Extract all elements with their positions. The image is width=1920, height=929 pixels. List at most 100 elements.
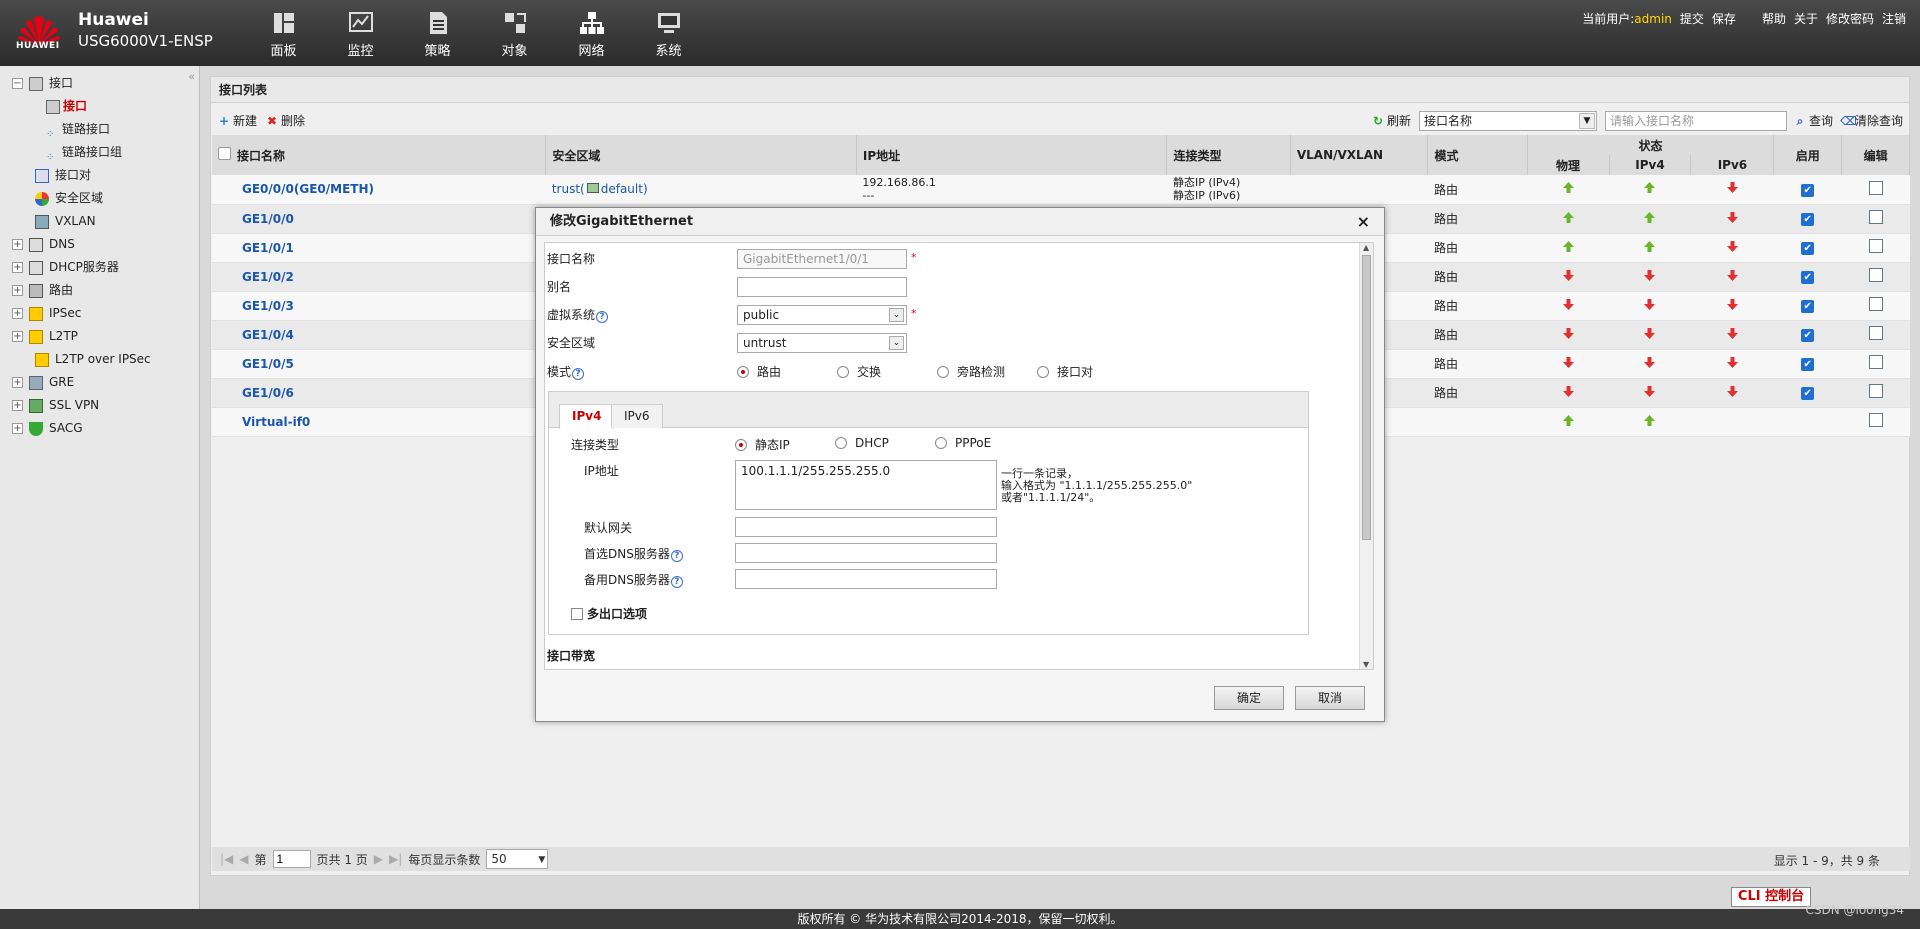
interface-name-link[interactable]: GE1/0/1 bbox=[242, 241, 294, 255]
enable-checkbox[interactable]: ✔ bbox=[1801, 183, 1815, 197]
sidebar-item-link-interface[interactable]: ⁘ 链路接口 bbox=[0, 118, 199, 141]
help-link[interactable]: 帮助 bbox=[1762, 10, 1786, 27]
next-page-icon[interactable]: ▶ bbox=[374, 852, 383, 866]
gateway-field[interactable] bbox=[735, 517, 997, 537]
mode-bypass-radio[interactable]: 旁路检测 bbox=[937, 363, 1005, 380]
multi-exit-checkbox[interactable]: 多出口选项 bbox=[571, 605, 647, 622]
edit-icon[interactable] bbox=[1868, 384, 1883, 398]
col-ip[interactable]: IP地址 bbox=[856, 135, 1168, 175]
tab-ipv6[interactable]: IPv6 bbox=[611, 404, 663, 428]
search-field-select[interactable]: 接口名称 ▼ bbox=[1419, 111, 1597, 131]
conn-pppoe-radio[interactable]: PPPoE bbox=[935, 436, 991, 450]
nav-network[interactable]: 网络 bbox=[553, 10, 630, 62]
ip-address-textarea[interactable]: 100.1.1.1/255.255.255.0 bbox=[735, 460, 997, 510]
select-all-checkbox[interactable] bbox=[218, 146, 231, 160]
help-icon[interactable]: ? bbox=[572, 368, 585, 380]
sidebar-item-interface[interactable]: 接口 bbox=[0, 95, 199, 118]
edit-icon[interactable] bbox=[1868, 268, 1883, 282]
first-page-icon[interactable]: |◀ bbox=[220, 852, 233, 866]
clear-query-button[interactable]: ⌫ 清除查询 bbox=[1840, 112, 1903, 129]
change-password-link[interactable]: 修改密码 bbox=[1826, 10, 1874, 27]
col-zone[interactable]: 安全区域 bbox=[545, 135, 857, 175]
nav-dashboard[interactable]: 面板 bbox=[245, 10, 322, 62]
edit-icon[interactable] bbox=[1868, 210, 1883, 224]
last-page-icon[interactable]: ▶| bbox=[389, 852, 402, 866]
interface-name-link[interactable]: GE1/0/3 bbox=[242, 299, 294, 313]
sidebar-item-gre[interactable]: + GRE bbox=[0, 371, 199, 394]
ok-button[interactable]: 确定 bbox=[1214, 686, 1284, 710]
edit-icon[interactable] bbox=[1868, 355, 1883, 369]
interface-name-link[interactable]: Virtual-if0 bbox=[242, 415, 310, 429]
zone-value[interactable]: trust( bbox=[552, 182, 585, 196]
enable-checkbox[interactable]: ✔ bbox=[1801, 358, 1815, 371]
sidebar-item-l2tp-over-ipsec[interactable]: L2TP over IPSec bbox=[0, 348, 199, 371]
help-icon[interactable]: ? bbox=[596, 311, 609, 323]
close-icon[interactable]: × bbox=[1357, 208, 1370, 236]
enable-checkbox[interactable]: ✔ bbox=[1801, 242, 1815, 255]
sidebar-item-dhcp[interactable]: + DHCP服务器 bbox=[0, 256, 199, 279]
enable-checkbox[interactable]: ✔ bbox=[1801, 271, 1815, 284]
nav-system[interactable]: 系统 bbox=[630, 10, 707, 62]
sidebar-item-l2tp[interactable]: + L2TP bbox=[0, 325, 199, 348]
delete-button[interactable]: ✖ 删除 bbox=[266, 112, 305, 129]
per-page-select[interactable]: 50 ▼ bbox=[486, 849, 549, 869]
new-button[interactable]: + 新建 bbox=[218, 112, 257, 129]
expand-icon[interactable]: + bbox=[12, 308, 23, 319]
interface-name-link[interactable]: GE1/0/4 bbox=[242, 328, 294, 342]
nav-object[interactable]: 对象 bbox=[476, 10, 553, 62]
col-mode[interactable]: 模式 bbox=[1427, 135, 1528, 175]
sidebar-item-ipsec[interactable]: + IPSec bbox=[0, 302, 199, 325]
interface-name-link[interactable]: GE0/0/0(GE0/METH) bbox=[242, 182, 374, 196]
help-icon[interactable]: ? bbox=[670, 550, 683, 562]
expand-icon[interactable]: + bbox=[12, 423, 23, 434]
search-input[interactable]: 请输入接口名称 bbox=[1605, 111, 1787, 131]
edit-icon[interactable] bbox=[1868, 413, 1883, 427]
tab-ipv4[interactable]: IPv4 bbox=[559, 404, 615, 429]
alias-field[interactable] bbox=[737, 277, 907, 297]
sidebar-item-security-zone[interactable]: 安全区域 bbox=[0, 187, 199, 210]
mode-switch-radio[interactable]: 交换 bbox=[837, 363, 881, 380]
save-link[interactable]: 保存 bbox=[1712, 10, 1736, 27]
mode-route-radio[interactable]: 路由 bbox=[737, 363, 781, 380]
mode-pair-radio[interactable]: 接口对 bbox=[1037, 363, 1093, 380]
col-conn-type[interactable]: 连接类型 bbox=[1166, 135, 1291, 175]
logout-link[interactable]: 注销 bbox=[1882, 10, 1906, 27]
col-vlan[interactable]: VLAN/VXLAN bbox=[1290, 135, 1429, 175]
sidebar-item-vxlan[interactable]: VXLAN bbox=[0, 210, 199, 233]
edit-icon[interactable] bbox=[1868, 180, 1883, 195]
page-number-input[interactable] bbox=[272, 850, 311, 868]
expand-icon[interactable]: + bbox=[12, 239, 23, 250]
refresh-button[interactable]: ↻ 刷新 bbox=[1372, 112, 1411, 129]
sidebar-item-interface-group[interactable]: − 接口 bbox=[0, 72, 199, 95]
edit-icon[interactable] bbox=[1868, 326, 1883, 340]
dns1-field[interactable] bbox=[735, 543, 997, 563]
dns2-field[interactable] bbox=[735, 569, 997, 589]
conn-dhcp-radio[interactable]: DHCP bbox=[835, 436, 889, 450]
sidebar-item-interface-pair[interactable]: 接口对 bbox=[0, 164, 199, 187]
enable-checkbox[interactable]: ✔ bbox=[1801, 387, 1815, 400]
prev-page-icon[interactable]: ◀ bbox=[239, 852, 248, 866]
expand-icon[interactable]: + bbox=[12, 377, 23, 388]
cancel-button[interactable]: 取消 bbox=[1295, 686, 1365, 710]
expand-icon[interactable]: + bbox=[12, 331, 23, 342]
submit-link[interactable]: 提交 bbox=[1680, 10, 1704, 27]
edit-icon[interactable] bbox=[1868, 239, 1883, 253]
enable-checkbox[interactable]: ✔ bbox=[1801, 213, 1815, 226]
enable-checkbox[interactable]: ✔ bbox=[1801, 300, 1815, 313]
enable-checkbox[interactable]: ✔ bbox=[1801, 329, 1815, 342]
expand-icon[interactable]: + bbox=[12, 400, 23, 411]
vsys-select[interactable]: public ⌄ bbox=[737, 305, 907, 325]
edit-icon[interactable] bbox=[1868, 297, 1883, 311]
col-name[interactable]: 接口名称 bbox=[212, 135, 547, 175]
sidebar-item-sacg[interactable]: + SACG bbox=[0, 417, 199, 440]
query-button[interactable]: ⌕ 查询 bbox=[1794, 112, 1833, 129]
interface-name-link[interactable]: GE1/0/0 bbox=[242, 212, 294, 226]
interface-name-link[interactable]: GE1/0/6 bbox=[242, 386, 294, 400]
sidebar-item-ssl-vpn[interactable]: + SSL VPN bbox=[0, 394, 199, 417]
vsys-value[interactable]: default) bbox=[601, 182, 648, 196]
interface-name-link[interactable]: GE1/0/2 bbox=[242, 270, 294, 284]
collapse-icon[interactable]: − bbox=[12, 78, 23, 89]
about-link[interactable]: 关于 bbox=[1794, 10, 1818, 27]
scroll-up-icon[interactable]: ▲ bbox=[1363, 243, 1369, 252]
scroll-thumb[interactable] bbox=[1362, 255, 1371, 540]
